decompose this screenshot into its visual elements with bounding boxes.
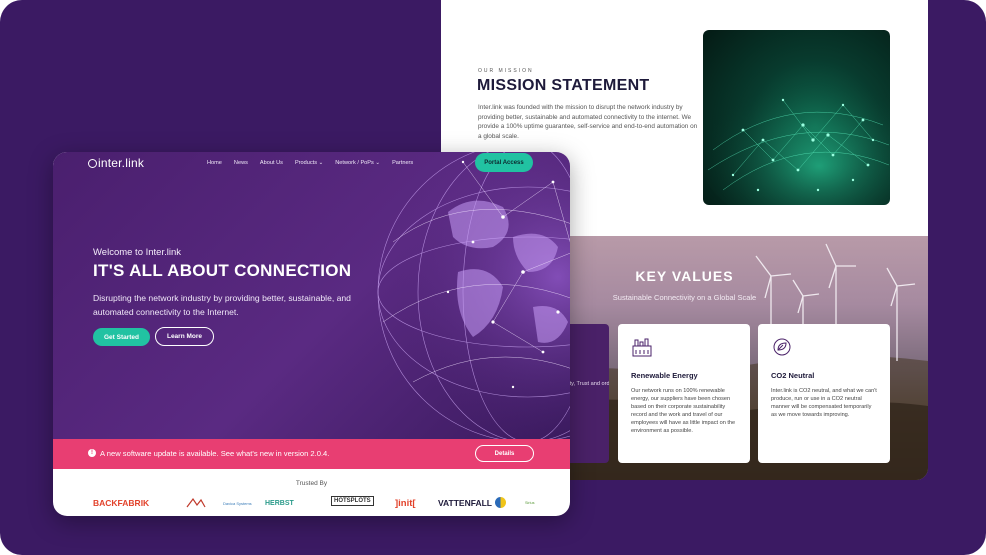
value-card-co2-neutral: CO2 Neutral Inter.link is CO2 neutral, a… xyxy=(758,324,890,463)
brand-logo-hotsplots: HOTSPLOTS xyxy=(331,496,374,506)
nav-item-home[interactable]: Home xyxy=(207,160,222,166)
nav-item-products-label: Products xyxy=(294,160,318,166)
get-started-button[interactable]: Get Started xyxy=(93,328,150,346)
card-title: Renewable Energy xyxy=(631,371,698,380)
chevron-down-icon: ⌄ xyxy=(318,160,324,166)
app-frame: OUR MISSION MISSION STATEMENT Inter.link… xyxy=(0,0,986,555)
brand-logo-sirius: Sirius xyxy=(525,501,535,505)
top-navigation: inter.link Home News About Us Products ⌄… xyxy=(53,152,570,176)
trusted-by-label: Trusted By xyxy=(295,480,328,487)
update-banner: ! A new software update is available. Se… xyxy=(53,439,570,469)
logo[interactable]: inter.link xyxy=(88,156,144,170)
brand-logo-davica: Davica Systems xyxy=(223,500,252,506)
vattenfall-icon xyxy=(495,497,506,508)
leaf-co2-icon xyxy=(773,338,791,356)
homepage-window: inter.link Home News About Us Products ⌄… xyxy=(53,152,570,516)
globe-network-image xyxy=(703,30,890,205)
card-title: CO2 Neutral xyxy=(771,371,815,380)
brand-logo-herbst: HERBST xyxy=(265,499,294,507)
nav-item-network[interactable]: Network / PoPs ⌄ xyxy=(335,160,380,166)
nav-item-network-label: Network / PoPs xyxy=(335,160,374,166)
logo-ring-icon xyxy=(88,159,97,168)
nav-item-partners[interactable]: Partners xyxy=(392,160,413,166)
info-icon: ! xyxy=(88,449,96,457)
hero-title: IT'S ALL ABOUT CONNECTION xyxy=(93,261,352,280)
mission-text: Inter.link was founded with the mission … xyxy=(478,104,698,140)
learn-more-button[interactable]: Learn More xyxy=(155,327,214,346)
nav-item-products[interactable]: Products ⌄ xyxy=(295,160,323,166)
nav-item-about-us[interactable]: About Us xyxy=(260,160,283,166)
nav-menu: Home News About Us Products ⌄ Network / … xyxy=(207,160,413,166)
chevron-down-icon: ⌄ xyxy=(375,160,381,166)
logo-text: inter.link xyxy=(98,156,145,170)
mission-title: MISSION STATEMENT xyxy=(477,77,650,94)
brand-logo-vattenfall: VATTENFALL xyxy=(438,498,492,508)
portal-access-button[interactable]: Portal Access xyxy=(475,153,533,172)
card-text: Inter.link is CO2 neutral, and what we c… xyxy=(771,388,877,418)
details-button[interactable]: Details xyxy=(475,445,534,462)
value-card-renewable-energy: Renewable Energy Our network runs on 100… xyxy=(618,324,750,463)
brand-logo-backfabrik: BACKFABRIK xyxy=(93,498,150,508)
hero-section: inter.link Home News About Us Products ⌄… xyxy=(53,152,570,439)
brand-logo-mark xyxy=(185,496,207,510)
hero-welcome: Welcome to Inter.link xyxy=(93,247,182,258)
mission-kicker: OUR MISSION xyxy=(478,68,534,74)
brand-mark-icon xyxy=(186,497,206,508)
hero-subtitle: Disrupting the network industry by provi… xyxy=(93,293,351,317)
update-text: A new software update is available. See … xyxy=(100,449,330,458)
card-text: Our network runs on 100% renewable energ… xyxy=(631,388,736,434)
factory-icon xyxy=(632,338,652,357)
partner-logos: BACKFABRIK Davica Systems HERBST HOTSPLO… xyxy=(93,496,543,512)
nav-item-news[interactable]: News xyxy=(234,160,248,166)
brand-logo-init: ]init[ xyxy=(395,497,416,509)
globe-illustration xyxy=(377,152,570,439)
